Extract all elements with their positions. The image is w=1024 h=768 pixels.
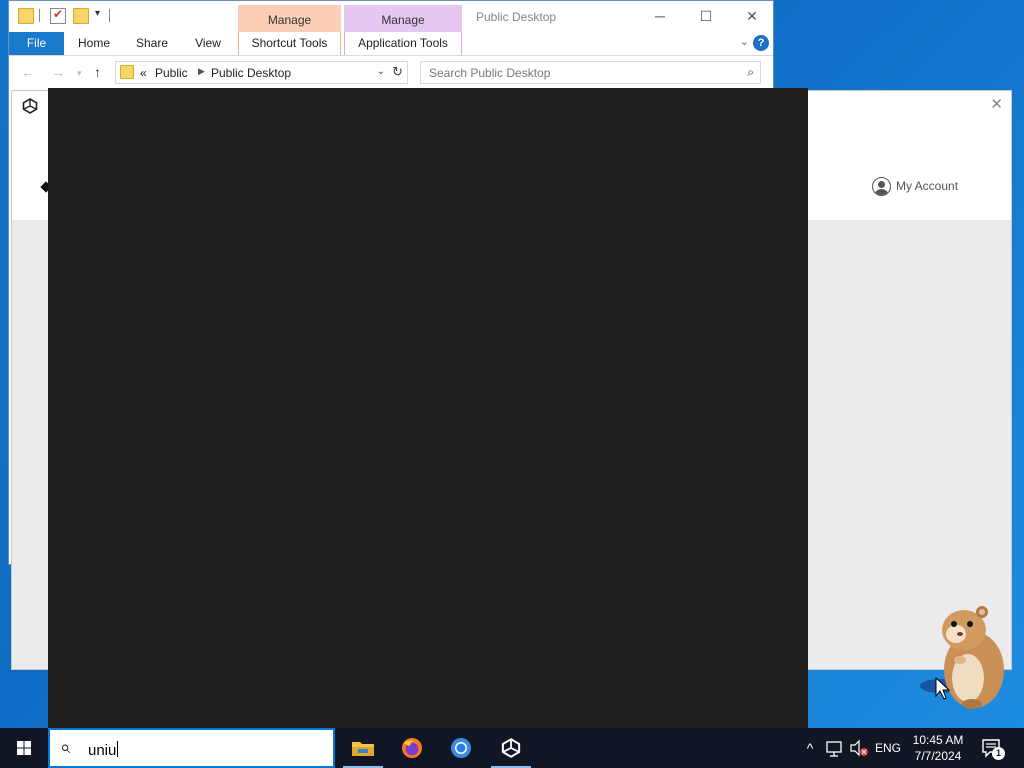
- qat-customize-icon[interactable]: ▾: [95, 8, 100, 19]
- address-row: ← → ▾ ↑ « Public ▶ Public Desktop ⌄ ↻ ⌕: [9, 59, 773, 87]
- refresh-icon[interactable]: ↻: [392, 64, 403, 80]
- network-icon[interactable]: [824, 728, 846, 768]
- clock-time: 10:45 AM: [912, 733, 964, 747]
- unity-logo-icon: [501, 738, 521, 758]
- address-bar[interactable]: « Public ▶ Public Desktop ⌄ ↻: [115, 61, 408, 84]
- taskbar-search-box[interactable]: ⌕ uniu: [48, 728, 335, 768]
- tab-file[interactable]: File: [9, 32, 64, 55]
- tab-share[interactable]: Share: [129, 32, 175, 55]
- properties-icon[interactable]: [50, 7, 66, 24]
- chrome-icon: [451, 738, 471, 758]
- up-arrow-icon[interactable]: ↑: [94, 64, 101, 80]
- folder-icon: [18, 8, 34, 24]
- system-clock[interactable]: 10:45 AM 7/7/2024: [906, 732, 970, 764]
- close-button[interactable]: ✕: [729, 5, 775, 29]
- language-indicator[interactable]: ENG: [872, 728, 904, 768]
- address-dropdown-icon[interactable]: ⌄: [377, 66, 385, 77]
- breadcrumb-public-desktop[interactable]: Public Desktop: [211, 66, 291, 80]
- context-tab-application-manage: Manage: [344, 5, 462, 33]
- explorer-search-input[interactable]: [421, 62, 721, 83]
- explorer-search-box[interactable]: ⌕: [420, 61, 761, 84]
- account-avatar-icon: [872, 176, 891, 196]
- taskbar-unity-hub[interactable]: [488, 728, 534, 768]
- tab-home[interactable]: Home: [71, 32, 117, 55]
- explorer-titlebar: ▾ Manage Manage Public Desktop ─ ☐ ✕: [9, 1, 775, 33]
- clock-date: 7/7/2024: [914, 749, 962, 763]
- file-explorer-icon: [352, 742, 374, 756]
- search-query-text: uniu: [88, 742, 117, 759]
- my-account-button[interactable]: My Account: [872, 175, 958, 197]
- volume-muted-icon[interactable]: [848, 728, 870, 768]
- ribbon-tabs: File Home Share View Shortcut Tools Appl…: [9, 32, 773, 56]
- hub-close-button[interactable]: ✕: [990, 95, 1003, 113]
- tab-shortcut-tools[interactable]: Shortcut Tools: [238, 32, 341, 55]
- context-tab-shortcut-manage: Manage: [238, 5, 341, 33]
- unity-logo-icon: [22, 98, 38, 114]
- taskbar-file-explorer[interactable]: [340, 728, 386, 768]
- qat-separator: [109, 9, 110, 22]
- dark-blank-window[interactable]: [48, 88, 808, 728]
- help-icon[interactable]: ?: [753, 35, 769, 51]
- my-account-label: My Account: [896, 179, 959, 193]
- taskbar: ⌕ uniu ^ ENG 10:45 AM 7/7/2024 1: [0, 728, 1024, 768]
- forward-arrow-icon[interactable]: →: [51, 64, 65, 80]
- breadcrumb-public[interactable]: Public: [155, 66, 188, 80]
- back-arrow-icon[interactable]: ←: [21, 64, 35, 80]
- hamster-mascot-image: [920, 606, 1004, 709]
- show-hidden-icons-chevron-icon[interactable]: ^: [800, 728, 820, 768]
- search-icon[interactable]: ⌕: [747, 65, 754, 80]
- breadcrumb-chevron-icon[interactable]: ▶: [198, 66, 205, 77]
- expand-ribbon-icon[interactable]: ⌄: [740, 35, 749, 48]
- firefox-icon: [402, 738, 422, 758]
- taskbar-firefox[interactable]: [389, 728, 435, 768]
- taskbar-chrome[interactable]: [438, 728, 484, 768]
- window-title: Public Desktop: [476, 10, 557, 24]
- tab-view[interactable]: View: [187, 32, 229, 55]
- breadcrumb-overflow[interactable]: «: [140, 66, 147, 80]
- minimize-button[interactable]: ─: [637, 5, 683, 29]
- maximize-button[interactable]: ☐: [683, 5, 729, 29]
- taskbar-search-input[interactable]: uniu: [88, 741, 119, 759]
- notification-count-badge: 1: [992, 747, 1005, 760]
- text-caret: [117, 741, 119, 757]
- tab-application-tools[interactable]: Application Tools: [344, 32, 462, 55]
- recent-locations-icon[interactable]: ▾: [77, 68, 82, 79]
- windows-start-icon[interactable]: [0, 728, 48, 768]
- action-center-button[interactable]: 1: [980, 736, 1005, 760]
- new-folder-icon[interactable]: [73, 8, 89, 24]
- search-icon: ⌕: [60, 737, 71, 757]
- qat-separator: [39, 9, 40, 22]
- folder-icon: [120, 65, 134, 79]
